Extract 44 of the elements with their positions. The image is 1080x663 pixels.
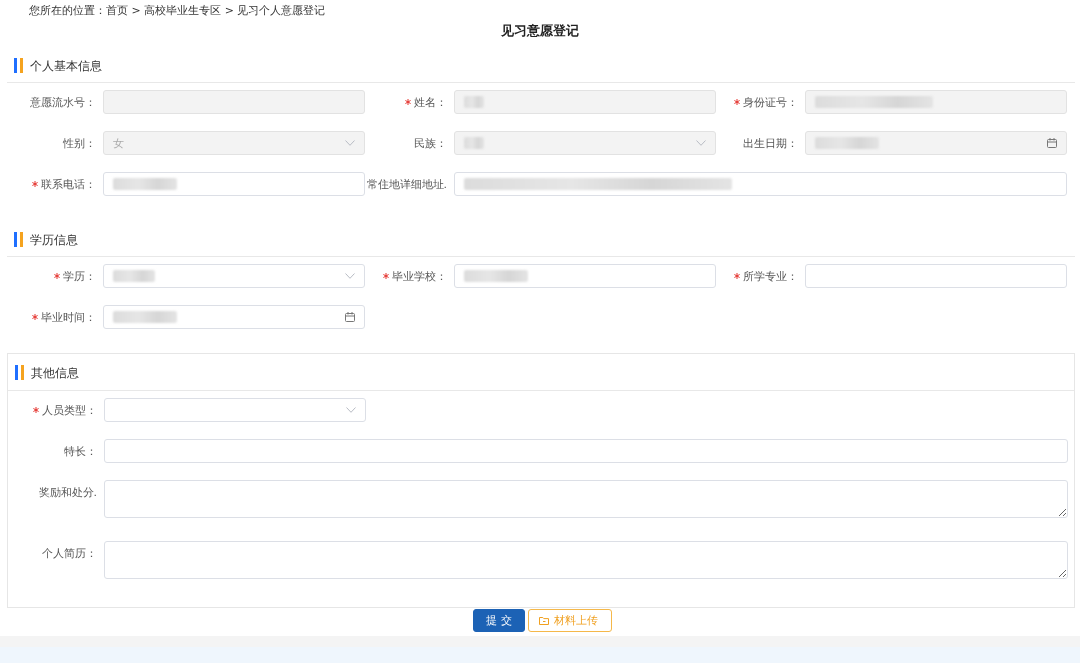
field-label: 人员类型： — [42, 402, 97, 418]
field-label: 性别： — [63, 135, 96, 151]
section-marker-icon — [15, 364, 24, 380]
date-picker-field[interactable] — [103, 305, 365, 329]
dropdown-field[interactable] — [104, 398, 366, 422]
textarea-field[interactable] — [104, 541, 1068, 579]
section-title: 个人基本信息 — [30, 57, 102, 75]
field-label: 常住地详细地址. — [366, 176, 447, 192]
field-value: 女 — [113, 135, 124, 151]
field-label: 所学专业： — [743, 268, 798, 284]
folder-icon — [538, 616, 549, 625]
text-input-field[interactable] — [454, 264, 716, 288]
text-input-field[interactable] — [805, 264, 1067, 288]
submit-button[interactable]: 提 交 — [473, 609, 525, 632]
field-label: 特长： — [64, 443, 97, 459]
chevron-down-icon — [696, 140, 706, 146]
field-label: 姓名： — [414, 94, 447, 110]
text-input-field[interactable] — [454, 172, 1067, 196]
upload-button[interactable]: 材料上传 — [527, 609, 612, 632]
section-marker-icon — [14, 57, 23, 73]
field-label: 毕业时间： — [41, 309, 96, 325]
field-label: 毕业学校： — [392, 268, 447, 284]
page-title: 见习意愿登记 — [501, 23, 579, 38]
text-input-field[interactable] — [103, 172, 365, 196]
section-marker-icon — [14, 231, 23, 247]
calendar-icon — [345, 312, 355, 322]
chevron-down-icon — [345, 140, 355, 146]
field-label: 出生日期： — [743, 135, 798, 151]
breadcrumb-text: 您所在的位置：首页 > 高校毕业生专区 > 见习个人意愿登记 — [29, 4, 326, 17]
field-label: 个人简历： — [42, 545, 97, 561]
field-label: 联系电话： — [41, 176, 96, 192]
field-label: 意愿流水号： — [30, 94, 96, 110]
section-title: 其他信息 — [31, 364, 79, 382]
textarea-field[interactable] — [104, 480, 1068, 518]
chevron-down-icon — [345, 273, 355, 279]
calendar-icon — [1047, 138, 1057, 148]
field-label: 民族： — [414, 135, 447, 151]
section-title: 学历信息 — [30, 231, 78, 249]
field-label: 身份证号： — [743, 94, 798, 110]
field-label: 学历： — [63, 268, 96, 284]
field-label: 奖励和处分. — [38, 484, 97, 500]
dropdown-field[interactable] — [103, 264, 365, 288]
chevron-down-icon — [346, 407, 356, 413]
text-input-field[interactable] — [104, 439, 1068, 463]
